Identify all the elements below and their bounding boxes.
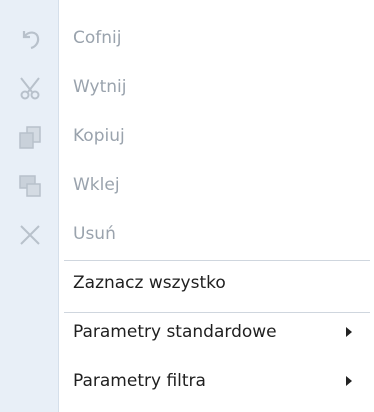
menu-item-label: Parametry filtra bbox=[73, 371, 206, 391]
menu-item-label: Cofnij bbox=[73, 28, 122, 48]
menu-item-copy[interactable]: Kopiuj bbox=[0, 112, 374, 161]
menu-separator bbox=[64, 312, 370, 313]
menu-item-undo[interactable]: Cofnij bbox=[0, 14, 374, 63]
menu-item-label: Kopiuj bbox=[73, 126, 125, 146]
menu-item-label: Parametry standardowe bbox=[73, 322, 277, 342]
menu-item-paste[interactable]: Wklej bbox=[0, 161, 374, 210]
menu-item-cut[interactable]: Wytnij bbox=[0, 63, 374, 112]
paste-icon bbox=[19, 175, 41, 197]
menu-item-select-all[interactable]: Zaznacz wszystko bbox=[0, 259, 374, 308]
menu-item-label: Wklej bbox=[73, 175, 120, 195]
menu-items: Cofnij Wytnij Kopiuj Wklej Usuń Zaznacz … bbox=[0, 14, 374, 406]
menu-separator bbox=[64, 260, 370, 261]
undo-icon bbox=[22, 31, 40, 50]
menu-item-label: Zaznacz wszystko bbox=[73, 273, 226, 293]
menu-item-delete[interactable]: Usuń bbox=[0, 210, 374, 259]
menu-item-label: Wytnij bbox=[73, 77, 127, 97]
copy-icon bbox=[19, 126, 41, 149]
menu-item-standard-parameters[interactable]: Parametry standardowe bbox=[0, 308, 374, 357]
delete-x-icon bbox=[20, 225, 40, 245]
context-menu: Cofnij Wytnij Kopiuj Wklej Usuń Zaznacz … bbox=[0, 0, 374, 412]
menu-item-filter-parameters[interactable]: Parametry filtra bbox=[0, 357, 374, 406]
submenu-arrow-icon bbox=[346, 327, 352, 337]
menu-item-label: Usuń bbox=[73, 224, 116, 244]
submenu-arrow-icon bbox=[346, 376, 352, 386]
scissors-icon bbox=[20, 77, 40, 100]
